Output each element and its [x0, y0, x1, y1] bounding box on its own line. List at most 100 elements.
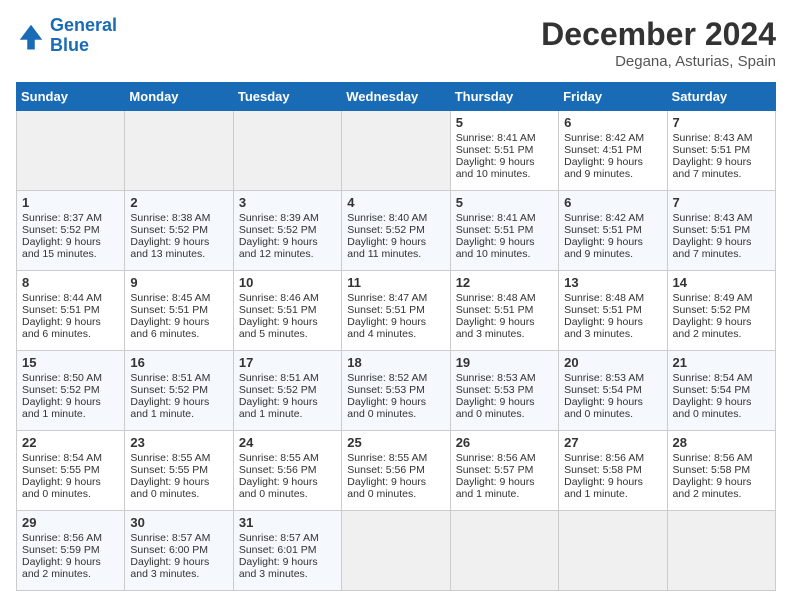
page-header: General Blue December 2024 Degana, Astur…: [16, 16, 776, 70]
day-number: 5: [456, 115, 553, 130]
cell-text: Daylight: 9 hours: [564, 156, 661, 168]
cell-text: and 10 minutes.: [456, 168, 553, 180]
day-number: 4: [347, 195, 444, 210]
cell-text: and 1 minute.: [22, 408, 119, 420]
day-number: 7: [673, 195, 770, 210]
cell-text: and 6 minutes.: [130, 328, 227, 340]
calendar-week-row: 8Sunrise: 8:44 AMSunset: 5:51 PMDaylight…: [17, 271, 776, 351]
cell-text: Sunset: 5:52 PM: [239, 224, 336, 236]
cell-text: and 13 minutes.: [130, 248, 227, 260]
cell-text: Daylight: 9 hours: [673, 396, 770, 408]
cell-text: and 0 minutes.: [564, 408, 661, 420]
day-number: 3: [239, 195, 336, 210]
cell-text: Sunrise: 8:55 AM: [347, 452, 444, 464]
cell-text: and 11 minutes.: [347, 248, 444, 260]
day-number: 31: [239, 515, 336, 530]
calendar-cell: 20Sunrise: 8:53 AMSunset: 5:54 PMDayligh…: [559, 351, 667, 431]
logo: General Blue: [16, 16, 117, 56]
cell-text: Sunrise: 8:38 AM: [130, 212, 227, 224]
cell-text: Sunset: 5:56 PM: [347, 464, 444, 476]
col-header-wednesday: Wednesday: [342, 83, 450, 111]
cell-text: Sunset: 5:52 PM: [22, 384, 119, 396]
cell-text: and 2 minutes.: [673, 328, 770, 340]
calendar-cell: 25Sunrise: 8:55 AMSunset: 5:56 PMDayligh…: [342, 431, 450, 511]
calendar-cell: 27Sunrise: 8:56 AMSunset: 5:58 PMDayligh…: [559, 431, 667, 511]
calendar-cell: 6Sunrise: 8:42 AMSunset: 5:51 PMDaylight…: [559, 191, 667, 271]
cell-text: and 2 minutes.: [22, 568, 119, 580]
calendar-cell: [233, 111, 341, 191]
cell-text: Daylight: 9 hours: [22, 476, 119, 488]
calendar-week-row: 22Sunrise: 8:54 AMSunset: 5:55 PMDayligh…: [17, 431, 776, 511]
col-header-tuesday: Tuesday: [233, 83, 341, 111]
calendar-week-row: 29Sunrise: 8:56 AMSunset: 5:59 PMDayligh…: [17, 511, 776, 591]
cell-text: and 3 minutes.: [564, 328, 661, 340]
cell-text: Sunset: 5:51 PM: [564, 224, 661, 236]
cell-text: Sunset: 5:51 PM: [456, 144, 553, 156]
calendar-cell: 30Sunrise: 8:57 AMSunset: 6:00 PMDayligh…: [125, 511, 233, 591]
cell-text: Daylight: 9 hours: [456, 316, 553, 328]
calendar-cell: 28Sunrise: 8:56 AMSunset: 5:58 PMDayligh…: [667, 431, 775, 511]
cell-text: Sunrise: 8:40 AM: [347, 212, 444, 224]
calendar-cell: 1Sunrise: 8:37 AMSunset: 5:52 PMDaylight…: [17, 191, 125, 271]
cell-text: Sunrise: 8:44 AM: [22, 292, 119, 304]
calendar-cell: 19Sunrise: 8:53 AMSunset: 5:53 PMDayligh…: [450, 351, 558, 431]
col-header-saturday: Saturday: [667, 83, 775, 111]
calendar-cell: [342, 511, 450, 591]
cell-text: Daylight: 9 hours: [673, 316, 770, 328]
cell-text: Sunset: 5:52 PM: [673, 304, 770, 316]
cell-text: Daylight: 9 hours: [673, 476, 770, 488]
cell-text: and 1 minute.: [564, 488, 661, 500]
calendar-cell: 17Sunrise: 8:51 AMSunset: 5:52 PMDayligh…: [233, 351, 341, 431]
cell-text: Sunrise: 8:57 AM: [239, 532, 336, 544]
cell-text: and 3 minutes.: [130, 568, 227, 580]
day-number: 1: [22, 195, 119, 210]
cell-text: Sunset: 5:52 PM: [130, 384, 227, 396]
cell-text: and 9 minutes.: [564, 168, 661, 180]
cell-text: Sunrise: 8:56 AM: [564, 452, 661, 464]
cell-text: Daylight: 9 hours: [564, 236, 661, 248]
cell-text: Sunset: 5:53 PM: [456, 384, 553, 396]
cell-text: and 3 minutes.: [456, 328, 553, 340]
calendar-cell: [450, 511, 558, 591]
day-number: 29: [22, 515, 119, 530]
cell-text: and 9 minutes.: [564, 248, 661, 260]
cell-text: Sunrise: 8:42 AM: [564, 212, 661, 224]
day-number: 21: [673, 355, 770, 370]
cell-text: Sunrise: 8:45 AM: [130, 292, 227, 304]
day-number: 8: [22, 275, 119, 290]
day-number: 30: [130, 515, 227, 530]
day-number: 7: [673, 115, 770, 130]
cell-text: and 15 minutes.: [22, 248, 119, 260]
calendar-cell: 12Sunrise: 8:48 AMSunset: 5:51 PMDayligh…: [450, 271, 558, 351]
cell-text: Sunrise: 8:39 AM: [239, 212, 336, 224]
cell-text: Sunset: 5:52 PM: [130, 224, 227, 236]
logo-line1: General: [50, 15, 117, 35]
cell-text: Sunset: 5:58 PM: [564, 464, 661, 476]
calendar-cell: 7Sunrise: 8:43 AMSunset: 5:51 PMDaylight…: [667, 111, 775, 191]
col-header-monday: Monday: [125, 83, 233, 111]
cell-text: Daylight: 9 hours: [239, 556, 336, 568]
cell-text: and 0 minutes.: [239, 488, 336, 500]
day-number: 27: [564, 435, 661, 450]
col-header-friday: Friday: [559, 83, 667, 111]
day-number: 28: [673, 435, 770, 450]
calendar-week-row: 15Sunrise: 8:50 AMSunset: 5:52 PMDayligh…: [17, 351, 776, 431]
cell-text: Sunset: 6:00 PM: [130, 544, 227, 556]
cell-text: Sunrise: 8:55 AM: [239, 452, 336, 464]
day-number: 5: [456, 195, 553, 210]
calendar-header-row: SundayMondayTuesdayWednesdayThursdayFrid…: [17, 83, 776, 111]
day-number: 16: [130, 355, 227, 370]
day-number: 24: [239, 435, 336, 450]
cell-text: Daylight: 9 hours: [239, 236, 336, 248]
day-number: 18: [347, 355, 444, 370]
cell-text: Daylight: 9 hours: [564, 396, 661, 408]
cell-text: Daylight: 9 hours: [456, 236, 553, 248]
calendar-cell: [559, 511, 667, 591]
cell-text: Sunset: 5:56 PM: [239, 464, 336, 476]
cell-text: and 7 minutes.: [673, 168, 770, 180]
cell-text: Sunset: 5:51 PM: [673, 224, 770, 236]
cell-text: Sunrise: 8:47 AM: [347, 292, 444, 304]
cell-text: Sunrise: 8:43 AM: [673, 212, 770, 224]
calendar-cell: 8Sunrise: 8:44 AMSunset: 5:51 PMDaylight…: [17, 271, 125, 351]
title-block: December 2024 Degana, Asturias, Spain: [541, 16, 776, 70]
